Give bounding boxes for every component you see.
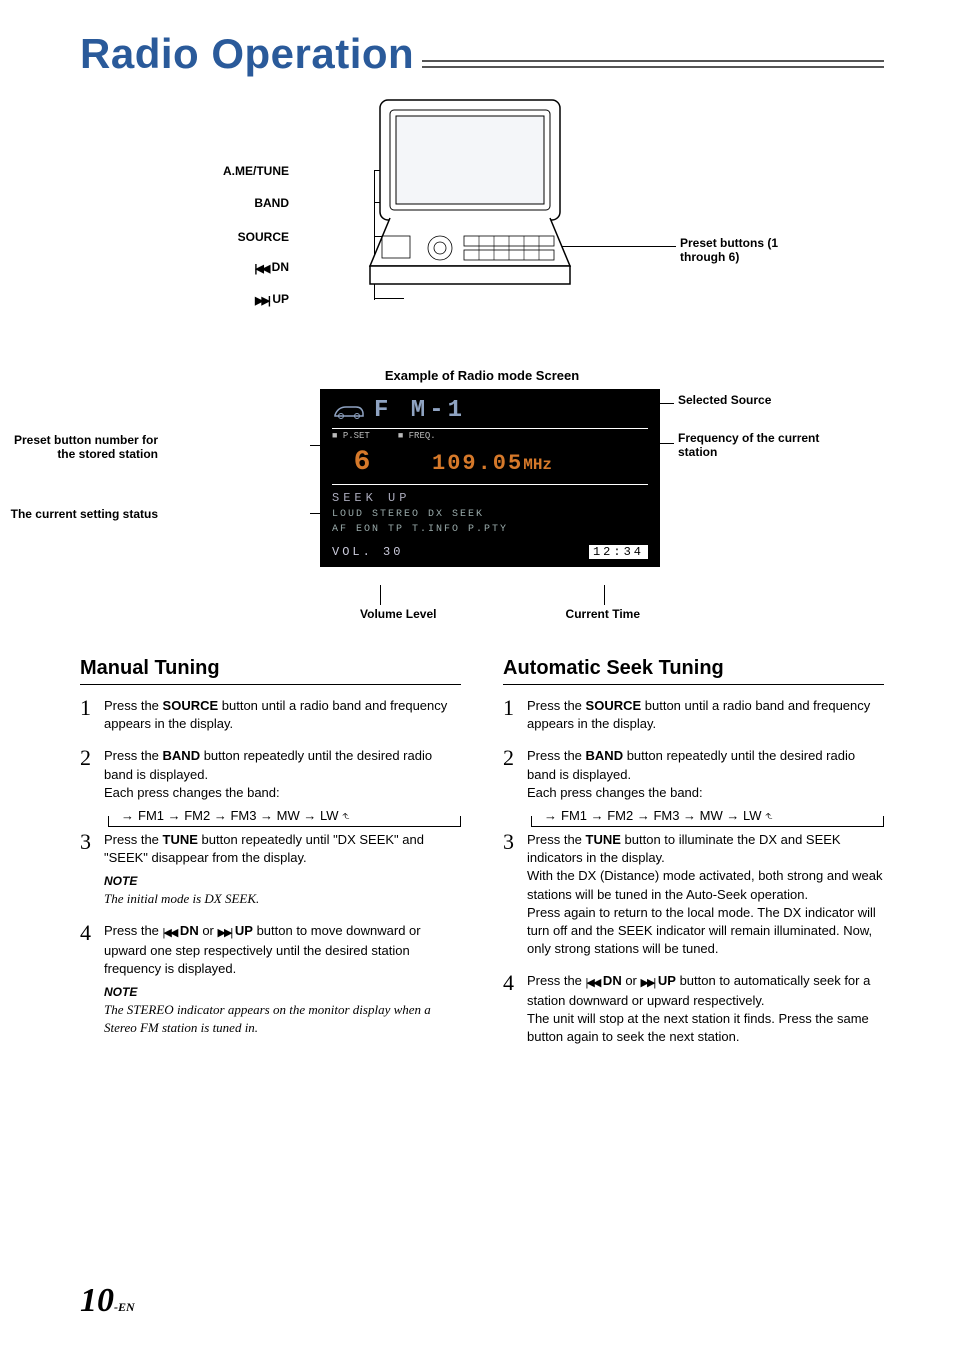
- manual-step-2: 2 Press the BAND button repeatedly until…: [80, 747, 461, 802]
- auto-step-2: 2 Press the BAND button repeatedly until…: [503, 747, 884, 802]
- prev-track-icon: |◀◀: [254, 262, 268, 275]
- title-rule: [422, 60, 884, 68]
- label-ame-tune: A.ME/TUNE: [223, 164, 289, 178]
- screen-example: Preset button number for the stored stat…: [80, 389, 884, 649]
- label-up: ▶▶| UP: [255, 292, 289, 307]
- manual-tuning-heading: Manual Tuning: [80, 657, 461, 685]
- callout-volume: Volume Level: [360, 607, 436, 621]
- band-cycle-box: → FM1 → FM2 → FM3 → MW → LW ⤶: [108, 816, 461, 827]
- page-title: Radio Operation: [80, 30, 414, 78]
- label-dn: |◀◀ DN: [254, 260, 289, 275]
- instruction-columns: Manual Tuning 1 Press the SOURCE button …: [80, 657, 884, 1060]
- next-track-icon: ▶▶|: [218, 926, 232, 941]
- selected-source-value: F M-1: [374, 397, 648, 424]
- manual-step-3: 3 Press the TUNE button repeatedly until…: [80, 831, 461, 908]
- device-illustration: [360, 96, 580, 326]
- frequency-unit: MHz: [523, 456, 552, 474]
- frequency-value: 109.05: [432, 451, 523, 476]
- callout-status: The current setting status: [0, 507, 158, 521]
- car-icon: [332, 401, 366, 421]
- next-track-icon: ▶▶|: [641, 976, 655, 991]
- prev-track-icon: |◀◀: [163, 926, 177, 941]
- callout-preset-number: Preset button number for the stored stat…: [0, 433, 158, 461]
- manual-step-4: 4 Press the |◀◀ DN or ▶▶| UP button to m…: [80, 922, 461, 1037]
- page-number: 10-EN: [80, 1282, 135, 1320]
- label-preset-buttons: Preset buttons (1 through 6): [680, 236, 810, 264]
- note-label: NOTE: [104, 984, 461, 1001]
- status-line-1: LOUD STEREO DX SEEK: [332, 507, 648, 522]
- manual-tuning-section: Manual Tuning 1 Press the SOURCE button …: [80, 657, 461, 1060]
- status-line-2: AF EON TP T.INFO P.PTY: [332, 522, 648, 537]
- band-cycle-box: → FM1 → FM2 → FM3 → MW → LW ⤶: [531, 816, 884, 827]
- device-diagram: A.ME/TUNE BAND SOURCE |◀◀ DN ▶▶| UP Pres…: [80, 96, 884, 346]
- screen-caption: Example of Radio mode Screen: [80, 368, 884, 383]
- note-text: The STEREO indicator appears on the moni…: [104, 1001, 461, 1037]
- page-title-row: Radio Operation: [80, 30, 884, 78]
- prev-track-icon: |◀◀: [586, 976, 600, 991]
- callout-frequency: Frequency of the current station: [678, 431, 858, 459]
- pset-label: P.SET: [332, 431, 370, 441]
- auto-step-1: 1 Press the SOURCE button until a radio …: [503, 697, 884, 733]
- freq-label: FREQ.: [398, 431, 436, 441]
- auto-step-4: 4 Press the |◀◀ DN or ▶▶| UP button to a…: [503, 972, 884, 1046]
- note-label: NOTE: [104, 873, 461, 890]
- auto-step-3: 3 Press the TUNE button to illuminate th…: [503, 831, 884, 958]
- callout-time: Current Time: [566, 607, 640, 621]
- clock-value: 12:34: [589, 545, 648, 559]
- label-source: SOURCE: [238, 230, 289, 244]
- note-text: The initial mode is DX SEEK.: [104, 890, 461, 908]
- next-track-icon: ▶▶|: [255, 294, 269, 307]
- manual-step-1: 1 Press the SOURCE button until a radio …: [80, 697, 461, 733]
- volume-value: VOL. 30: [332, 545, 403, 559]
- callout-selected-source: Selected Source: [678, 393, 771, 407]
- lcd-screen: F M-1 P.SET FREQ. 6 109.05MHz SEEK UP LO…: [320, 389, 660, 567]
- auto-seek-section: Automatic Seek Tuning 1 Press the SOURCE…: [503, 657, 884, 1060]
- label-band: BAND: [254, 196, 289, 210]
- auto-seek-heading: Automatic Seek Tuning: [503, 657, 884, 685]
- seek-status: SEEK UP: [332, 485, 648, 507]
- preset-number-value: 6: [332, 447, 392, 478]
